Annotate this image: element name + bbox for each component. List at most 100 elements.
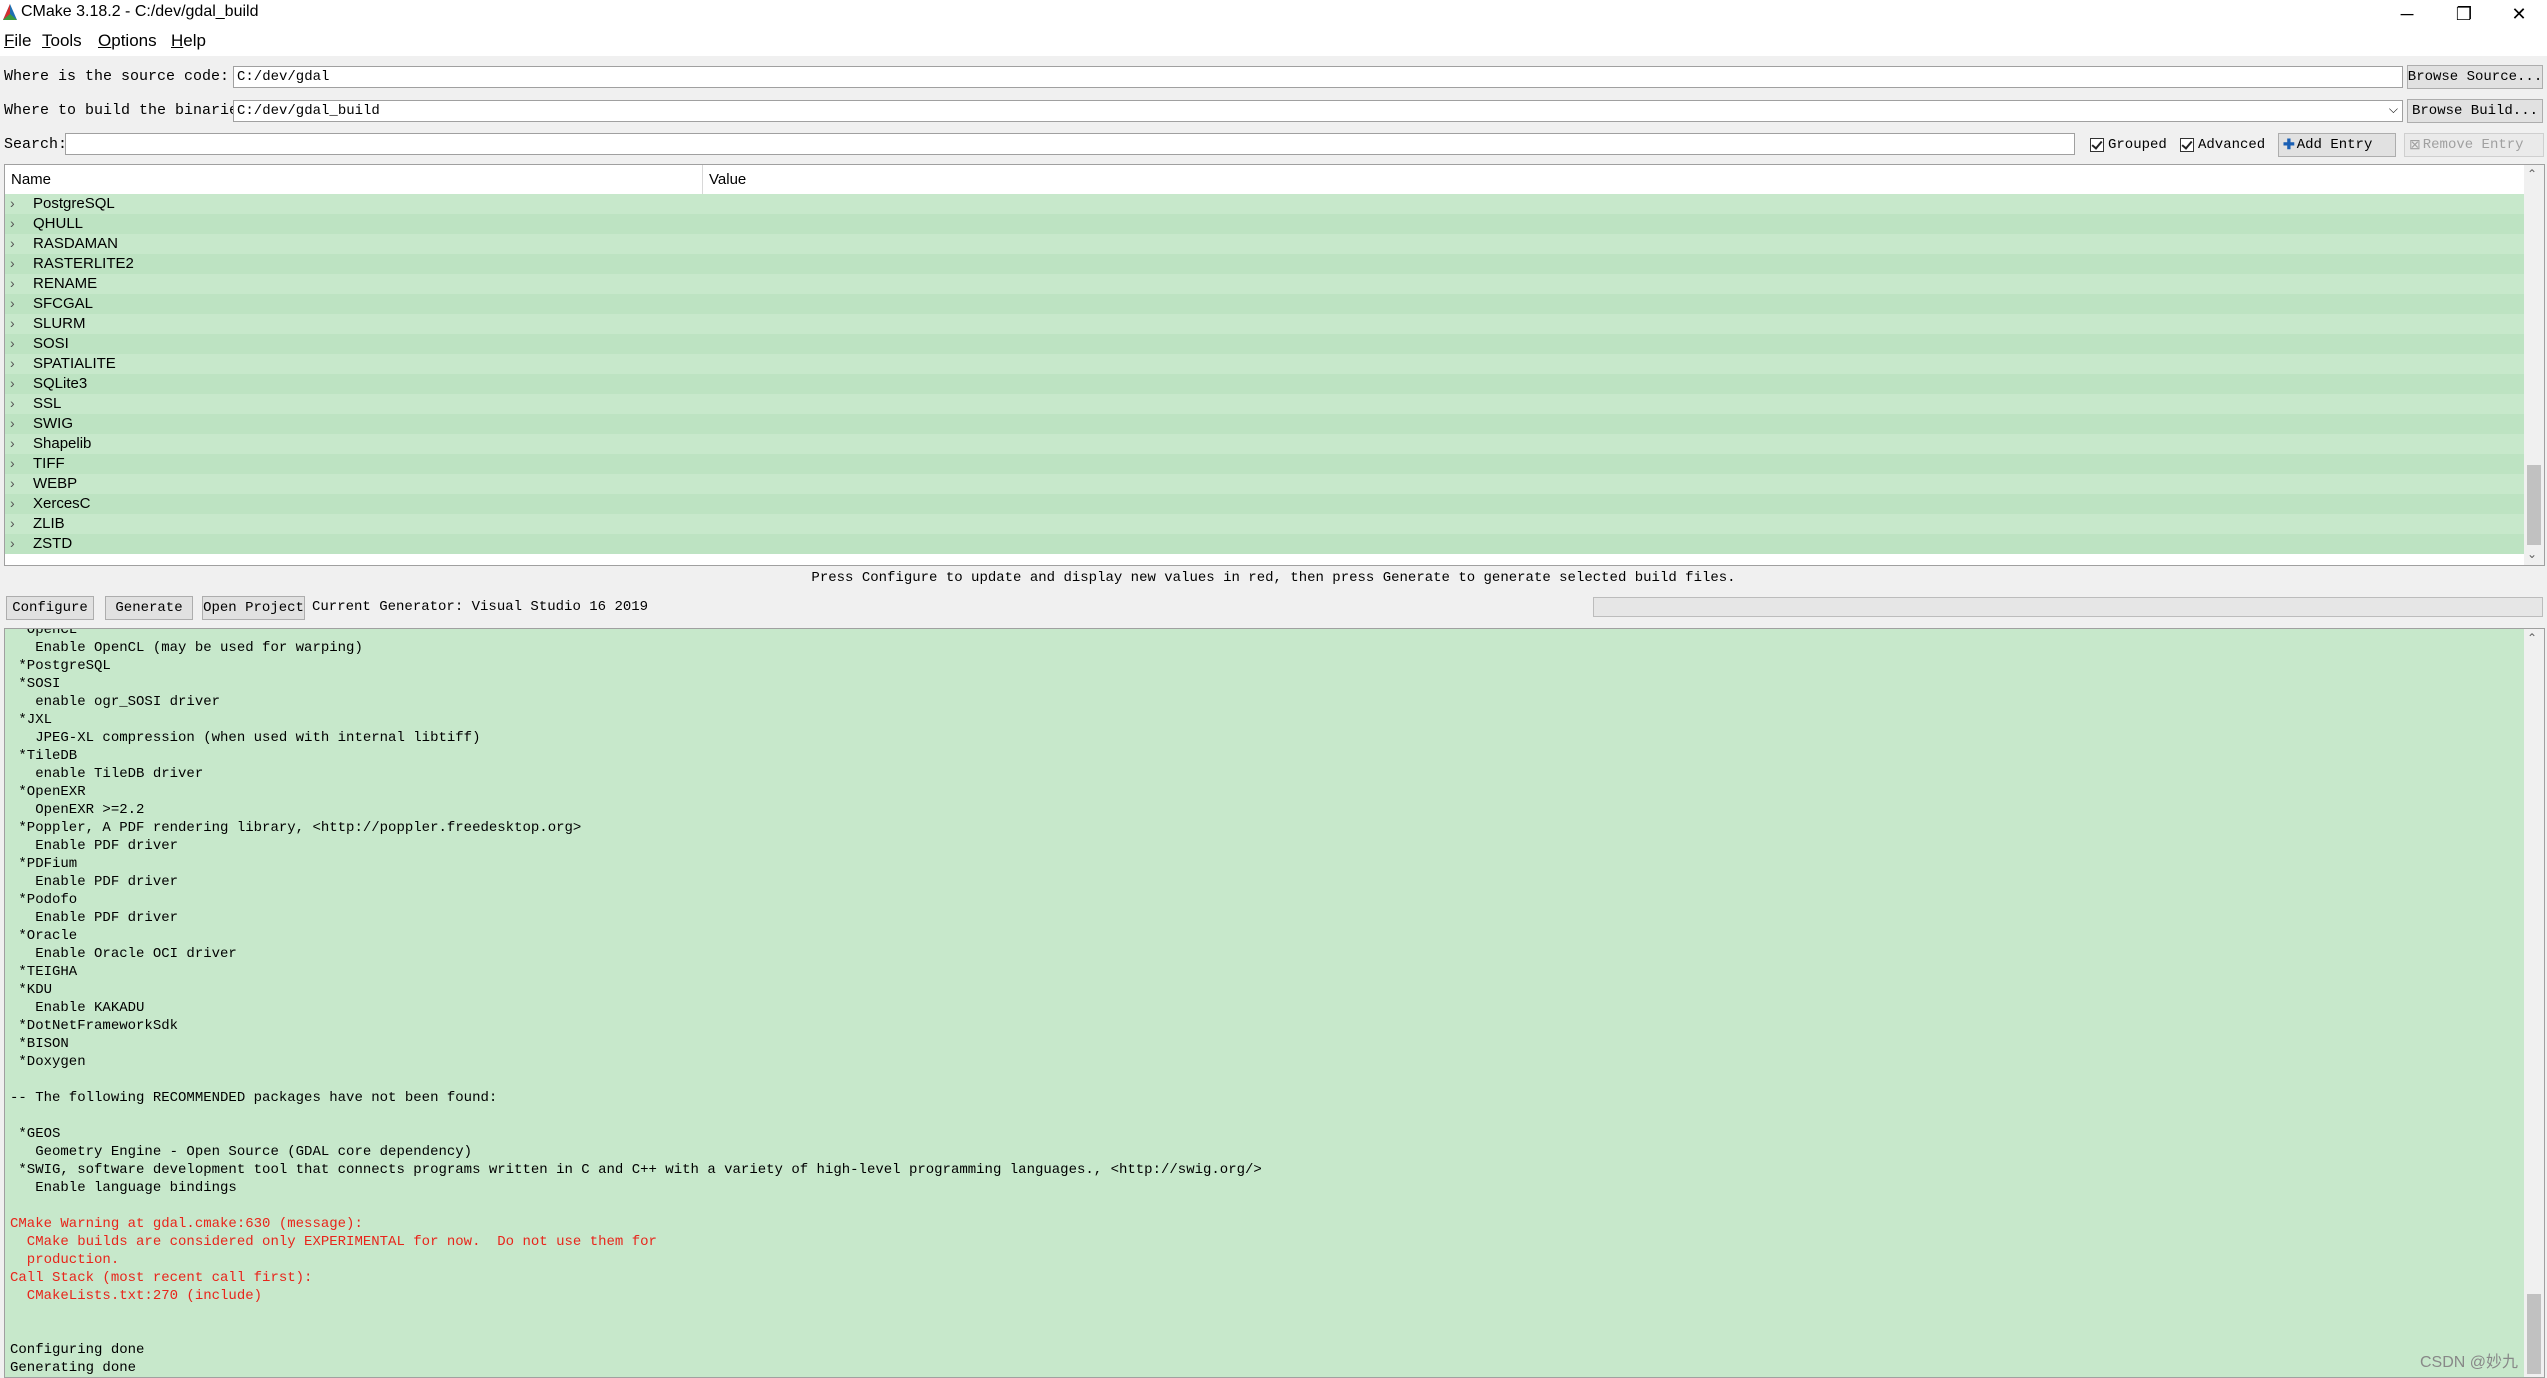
output-line: *Doxygen [10, 1054, 86, 1070]
tree-row[interactable]: › XercesC [5, 494, 2524, 514]
tree-row[interactable]: › WEBP [5, 474, 2524, 494]
tree-row-name: PostgreSQL [33, 195, 115, 212]
scroll-up-icon[interactable]: ⌃ [2527, 631, 2537, 645]
chevron-right-icon[interactable]: › [10, 235, 15, 251]
output-log[interactable]: *OpenCL Enable OpenCL (may be used for w… [4, 628, 2545, 1378]
output-line: Enable language bindings [10, 1180, 237, 1196]
chevron-right-icon[interactable]: › [10, 475, 15, 491]
cache-entries-tree[interactable]: Name Value › PostgreSQL › QHULL › RASDAMAN › RA… [4, 164, 2545, 566]
chevron-right-icon[interactable]: › [10, 435, 15, 451]
tree-row-name: SPATIALITE [33, 355, 116, 372]
open-project-button[interactable]: Open Project [202, 596, 305, 620]
chevron-right-icon[interactable]: › [10, 195, 15, 211]
maximize-button[interactable]: ❐ [2435, 0, 2493, 28]
chevron-down-icon[interactable]: ⌵ [2389, 103, 2398, 117]
tree-row[interactable]: › ZSTD [5, 534, 2524, 554]
menu-file[interactable]: File [4, 31, 31, 51]
tree-rows: › PostgreSQL › QHULL › RASDAMAN › RASTERLITE2 › R… [5, 194, 2524, 554]
tree-row[interactable]: › SOSI [5, 334, 2524, 354]
chevron-right-icon[interactable]: › [10, 415, 15, 431]
output-line: *Podofo [10, 892, 78, 908]
tree-header: Name Value [5, 165, 2524, 195]
output-line: *TEIGHA [10, 964, 78, 980]
chevron-right-icon[interactable]: › [10, 355, 15, 371]
search-input[interactable] [65, 133, 2075, 155]
chevron-right-icon[interactable]: › [10, 535, 15, 551]
tree-row[interactable]: › QHULL [5, 214, 2524, 234]
output-line: -- The following RECOMMENDED packages ha… [10, 1090, 498, 1106]
window-title: CMake 3.18.2 - C:/dev/gdal_build [21, 3, 259, 20]
tree-row[interactable]: › PostgreSQL [5, 194, 2524, 214]
browse-build-button[interactable]: Browse Build... [2407, 99, 2543, 123]
remove-icon: ⊠ [2409, 137, 2421, 154]
tree-row-name: SFCGAL [33, 295, 94, 312]
menu-options[interactable]: Options [98, 31, 157, 51]
output-line: *OpenCL [10, 628, 78, 638]
checkbox-checked-icon [2180, 138, 2194, 152]
title-bar: CMake 3.18.2 - C:/dev/gdal_build ─ ❐ ✕ [0, 0, 2547, 28]
tree-row[interactable]: › ZLIB [5, 514, 2524, 534]
output-line: *PostgreSQL [10, 658, 111, 674]
chevron-right-icon[interactable]: › [10, 295, 15, 311]
column-divider[interactable] [702, 165, 703, 194]
output-line: Configuring done [10, 1342, 145, 1358]
tree-row-name: SOSI [33, 335, 69, 352]
tree-row[interactable]: › SFCGAL [5, 294, 2524, 314]
scroll-up-icon[interactable]: ⌃ [2527, 167, 2537, 181]
add-entry-button[interactable]: ✚ Add Entry [2278, 133, 2396, 157]
tree-row[interactable]: › SSL [5, 394, 2524, 414]
output-line: Enable PDF driver [10, 874, 179, 890]
chevron-right-icon[interactable]: › [10, 315, 15, 331]
tree-row-name: SWIG [33, 415, 73, 432]
output-line: Enable PDF driver [10, 910, 179, 926]
binaries-path-combo[interactable]: C:/dev/gdal_build ⌵ [233, 100, 2403, 122]
column-header-name[interactable]: Name [11, 171, 51, 188]
chevron-right-icon[interactable]: › [10, 375, 15, 391]
output-scrollbar[interactable]: ⌃ [2524, 629, 2544, 1377]
scrollbar-thumb[interactable] [2527, 465, 2541, 545]
tree-row-name: TIFF [33, 455, 65, 472]
output-line: production. [10, 1252, 120, 1268]
scroll-down-icon[interactable]: ⌄ [2527, 547, 2537, 561]
output-line: *DotNetFrameworkSdk [10, 1018, 179, 1034]
scrollbar-thumb[interactable] [2527, 1294, 2541, 1374]
output-line: Enable PDF driver [10, 838, 179, 854]
chevron-right-icon[interactable]: › [10, 395, 15, 411]
remove-entry-button[interactable]: ⊠ Remove Entry [2404, 133, 2544, 157]
browse-source-button[interactable]: Browse Source... [2407, 65, 2543, 89]
output-line: *JXL [10, 712, 53, 728]
output-line: Generating done [10, 1360, 137, 1376]
output-line: *SWIG, software development tool that co… [10, 1162, 1262, 1178]
chevron-right-icon[interactable]: › [10, 455, 15, 471]
advanced-checkbox[interactable]: Advanced [2180, 136, 2265, 154]
source-path-input[interactable]: C:/dev/gdal [233, 66, 2403, 88]
generate-button[interactable]: Generate [105, 596, 193, 620]
grouped-checkbox[interactable]: Grouped [2090, 136, 2167, 154]
tree-row[interactable]: › RASTERLITE2 [5, 254, 2524, 274]
column-header-value[interactable]: Value [709, 171, 746, 188]
chevron-right-icon[interactable]: › [10, 215, 15, 231]
menu-help[interactable]: Help [171, 31, 206, 51]
chevron-right-icon[interactable]: › [10, 255, 15, 271]
close-button[interactable]: ✕ [2490, 0, 2547, 28]
output-lines: *OpenCL Enable OpenCL (may be used for w… [10, 628, 2510, 1377]
output-line: Enable KAKADU [10, 1000, 145, 1016]
tree-row-name: RASTERLITE2 [33, 255, 134, 272]
tree-row[interactable]: › SLURM [5, 314, 2524, 334]
chevron-right-icon[interactable]: › [10, 495, 15, 511]
tree-row[interactable]: › TIFF [5, 454, 2524, 474]
tree-row[interactable]: › SWIG [5, 414, 2524, 434]
tree-scrollbar[interactable]: ⌃ ⌄ [2524, 165, 2544, 565]
menu-tools[interactable]: Tools [42, 31, 82, 51]
chevron-right-icon[interactable]: › [10, 335, 15, 351]
binaries-label: Where to build the binaries: [4, 102, 257, 119]
configure-button[interactable]: Configure [6, 596, 94, 620]
tree-row[interactable]: › RASDAMAN [5, 234, 2524, 254]
tree-row[interactable]: › SPATIALITE [5, 354, 2524, 374]
minimize-button[interactable]: ─ [2378, 0, 2436, 28]
chevron-right-icon[interactable]: › [10, 275, 15, 291]
tree-row[interactable]: › SQLite3 [5, 374, 2524, 394]
tree-row[interactable]: › Shapelib [5, 434, 2524, 454]
chevron-right-icon[interactable]: › [10, 515, 15, 531]
tree-row[interactable]: › RENAME [5, 274, 2524, 294]
